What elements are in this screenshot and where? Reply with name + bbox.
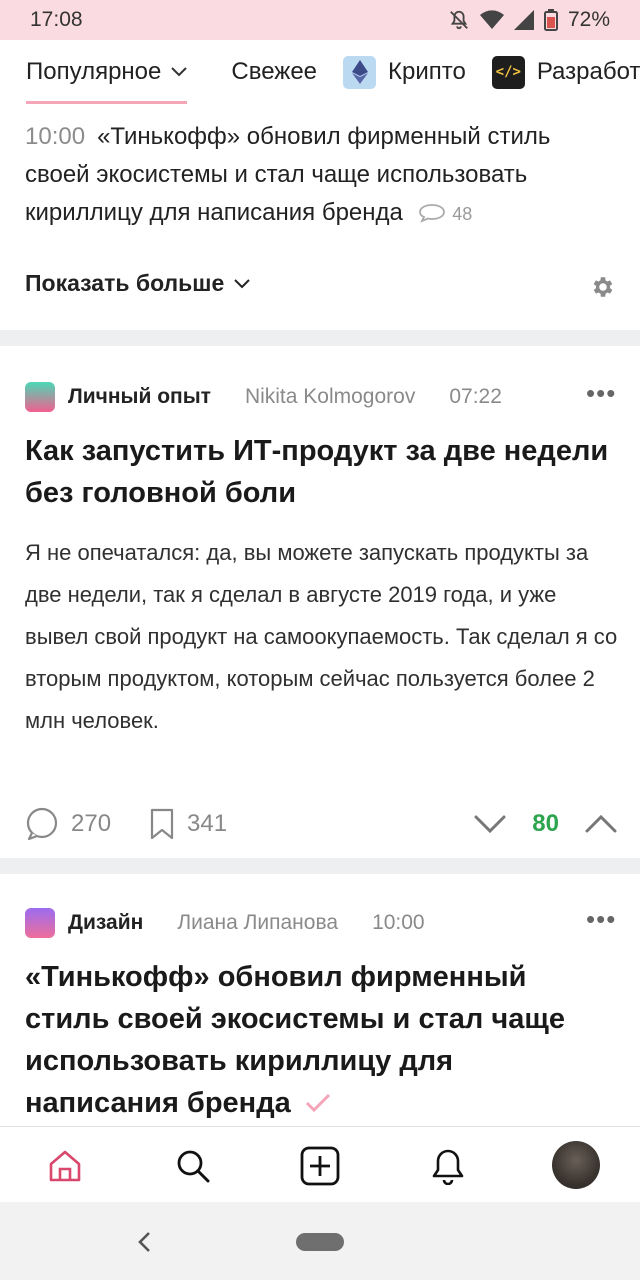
tab-label: Свежее [231,58,318,85]
system-navigation-bar [0,1202,640,1280]
signal-icon [513,10,534,30]
more-options-icon[interactable]: ••• [586,904,616,935]
post-title-text: «Тинькофф» обновил фирменный стиль своей… [25,961,565,1119]
checkmark-icon [305,1083,331,1125]
author-name[interactable]: Лиана Липанова [177,911,338,935]
tab-development[interactable]: </> Разработка [491,40,640,104]
divider [0,858,640,874]
feed-tabs: Популярное Свежее Крипто </> Разработка [0,40,640,104]
battery-percent: 72% [567,8,610,31]
home-icon[interactable] [40,1141,90,1191]
bookmarks-counter[interactable]: 341 [149,808,227,840]
upvote-icon[interactable] [585,814,617,834]
post-excerpt[interactable]: Я не опечатался: да, вы можете запускать… [25,532,620,742]
post-title[interactable]: Как запустить ИТ-продукт за две недели б… [25,430,615,514]
chevron-down-icon [234,278,250,289]
comments-counter[interactable]: 270 [25,807,111,841]
battery-icon [543,9,558,31]
mute-icon [448,9,470,31]
add-post-icon[interactable] [295,1141,345,1191]
news-item[interactable]: 10:00 «Тинькофф» обновил фирменный стиль … [25,118,615,233]
vote-score: 80 [532,810,559,837]
hub-name[interactable]: Дизайн [68,911,143,935]
code-icon: </> [491,55,525,89]
show-more-button[interactable]: Показать больше [25,270,250,297]
author-name[interactable]: Nikita Kolmogorov [245,385,415,409]
bookmarks-count: 341 [187,810,228,837]
search-icon[interactable] [168,1141,218,1191]
comment-bubble-icon [418,199,446,226]
tab-fresh[interactable]: Свежее [231,40,317,104]
post-meta: Личный опыт Nikita Kolmogorov 07:22 [25,382,502,412]
comment-bubble-icon [25,807,71,841]
status-icons: 72% [448,8,610,32]
bookmark-icon [149,808,187,840]
notifications-icon[interactable] [423,1141,473,1191]
more-options-icon[interactable]: ••• [586,378,616,409]
tab-label: Популярное [26,58,162,85]
hub-icon[interactable] [25,382,55,412]
post-time: 07:22 [449,385,502,408]
post-title[interactable]: «Тинькофф» обновил фирменный стиль своей… [25,956,615,1125]
news-block: 10:00 «Тинькофф» обновил фирменный стиль … [0,104,640,330]
show-more-label: Показать больше [25,270,225,296]
tab-popular[interactable]: Популярное [26,40,188,104]
news-time: 10:00 [25,123,86,150]
post-meta: Дизайн Лиана Липанова 10:00 [25,908,425,938]
comments-count: 270 [71,810,112,837]
post-card: Дизайн Лиана Липанова 10:00 ••• «Тинькоф… [0,874,640,1126]
post-footer: 270 341 80 [25,804,617,844]
tab-crypto[interactable]: Крипто [343,40,466,104]
news-comments-counter[interactable]: 48 [418,199,473,226]
news-comments-count: 48 [452,204,473,224]
chevron-down-icon [171,67,188,77]
hub-icon[interactable] [25,908,55,938]
tab-label: Разработка [536,58,640,85]
wifi-icon [479,10,504,30]
ethereum-icon [343,55,377,89]
vote-controls: 80 [474,810,617,838]
post-time: 10:00 [372,911,425,934]
status-bar: 17:08 72% [0,0,640,40]
status-time: 17:08 [30,8,83,31]
downvote-icon[interactable] [474,814,506,834]
gear-icon[interactable] [590,274,616,305]
divider [0,330,640,346]
home-pill[interactable] [296,1233,344,1251]
avatar[interactable] [552,1141,600,1189]
back-icon[interactable] [130,1224,158,1260]
hub-name[interactable]: Личный опыт [68,385,211,409]
tab-label: Крипто [388,58,466,85]
bottom-navigation [0,1126,640,1202]
post-card: Личный опыт Nikita Kolmogorov 07:22 ••• … [0,346,640,858]
